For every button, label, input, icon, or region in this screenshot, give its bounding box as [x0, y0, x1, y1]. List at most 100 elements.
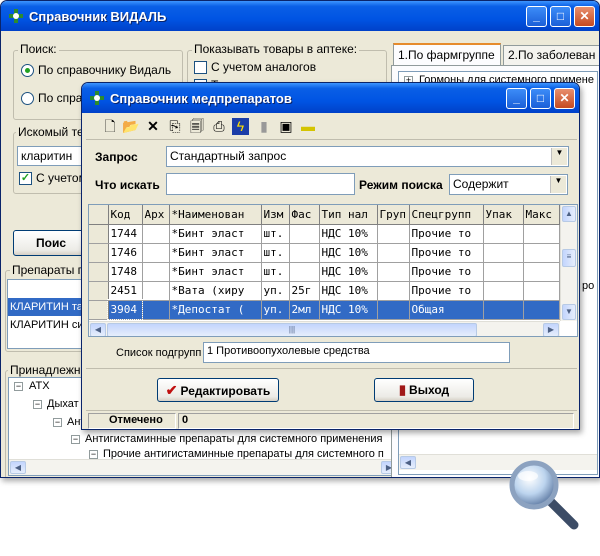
- collapse-icon[interactable]: −: [71, 435, 80, 444]
- find-input[interactable]: [166, 173, 355, 195]
- scroll-left-icon[interactable]: ◀: [400, 456, 416, 469]
- table-row[interactable]: 1748 *Бинт эласт шт. НДС 10% Прочие то: [89, 262, 560, 282]
- minimize-icon[interactable]: _: [526, 6, 547, 27]
- query-select[interactable]: Стандартный запрос ▼: [166, 146, 569, 167]
- table-cell[interactable]: 1748: [108, 262, 143, 282]
- table-cell[interactable]: [377, 281, 410, 301]
- table-cell[interactable]: [523, 224, 560, 244]
- maximize-icon[interactable]: □: [550, 6, 571, 27]
- column-header[interactable]: Тип нал: [319, 205, 378, 225]
- table-cell[interactable]: 2451: [108, 281, 143, 301]
- table-cell[interactable]: уп.: [261, 281, 290, 301]
- table-cell[interactable]: [483, 262, 524, 282]
- table-cell[interactable]: [483, 224, 524, 244]
- dialog-titlebar[interactable]: Справочник медпрепаратов _ □ ✕: [82, 83, 579, 113]
- scroll-down-icon[interactable]: ▼: [562, 304, 576, 320]
- preparations-list[interactable]: КЛАРИТИН таб КЛАРИТИН сир: [7, 279, 87, 349]
- table-cell[interactable]: Прочие то: [409, 281, 484, 301]
- edit-button[interactable]: ✔ Редактировать: [157, 378, 279, 402]
- table-cell[interactable]: НДС 10%: [319, 300, 378, 320]
- preview-icon[interactable]: 🗐: [187, 116, 207, 136]
- highlighter-icon[interactable]: ▬: [298, 116, 318, 136]
- tree-node[interactable]: АТХ: [29, 380, 50, 392]
- delete-icon[interactable]: ✕: [143, 116, 163, 136]
- table-cell[interactable]: [523, 262, 560, 282]
- table-cell[interactable]: шт.: [261, 243, 290, 263]
- chevron-down-icon[interactable]: ▼: [550, 176, 566, 193]
- table-cell[interactable]: *Бинт эласт: [169, 243, 262, 263]
- table-cell[interactable]: [289, 243, 320, 263]
- lightning-icon[interactable]: ϟ: [232, 118, 249, 135]
- table-cell[interactable]: 3904: [107, 299, 143, 320]
- tree-node[interactable]: Дыхат: [47, 398, 79, 410]
- column-header[interactable]: Изм: [261, 205, 290, 225]
- image-icon[interactable]: ▣: [276, 116, 296, 136]
- table-row[interactable]: 1744 *Бинт эласт шт. НДС 10% Прочие то: [89, 224, 560, 244]
- copy-icon[interactable]: ⎘: [165, 116, 185, 136]
- main-titlebar[interactable]: Справочник ВИДАЛЬ _ □ ✕: [1, 1, 599, 31]
- scroll-up-icon[interactable]: ▲: [562, 206, 576, 222]
- list-item[interactable]: КЛАРИТИН таб: [8, 298, 86, 316]
- table-cell[interactable]: [483, 243, 524, 263]
- tab-disease[interactable]: 2.По заболеван: [503, 45, 599, 65]
- table-cell[interactable]: [142, 262, 170, 282]
- table-cell[interactable]: НДС 10%: [319, 243, 378, 263]
- collapse-icon[interactable]: −: [14, 382, 23, 391]
- table-cell[interactable]: [142, 281, 170, 301]
- table-cell[interactable]: НДС 10%: [319, 262, 378, 282]
- scroll-thumb[interactable]: |||: [107, 323, 477, 336]
- collapse-icon[interactable]: −: [33, 400, 42, 409]
- tab-pharm-group[interactable]: 1.По фармгруппе: [393, 43, 501, 65]
- list-item[interactable]: КЛАРИТИН сир: [8, 316, 86, 334]
- table-cell[interactable]: [289, 262, 320, 282]
- table-cell[interactable]: Общая: [409, 300, 484, 320]
- minimize-icon[interactable]: _: [506, 88, 527, 109]
- close-icon[interactable]: ✕: [574, 6, 595, 27]
- column-header[interactable]: Спецгрупп: [409, 205, 484, 225]
- analogs-checkbox[interactable]: [194, 61, 207, 74]
- table-cell[interactable]: [523, 243, 560, 263]
- collapse-icon[interactable]: −: [89, 450, 98, 459]
- row-indicator[interactable]: [89, 262, 109, 282]
- row-indicator[interactable]: [89, 243, 109, 263]
- scroll-thumb[interactable]: ≡: [562, 249, 576, 267]
- close-icon[interactable]: ✕: [554, 88, 575, 109]
- open-icon[interactable]: 📂: [121, 116, 141, 136]
- search-text-checkbox[interactable]: ✓: [19, 172, 32, 185]
- new-icon[interactable]: 🗋: [100, 116, 120, 136]
- table-cell[interactable]: [142, 300, 170, 320]
- table-cell[interactable]: шт.: [261, 224, 290, 244]
- subgroup-field[interactable]: 1 Противоопухолевые средства: [203, 342, 510, 363]
- maximize-icon[interactable]: □: [530, 88, 551, 109]
- column-header[interactable]: *Наименован: [169, 205, 262, 225]
- tree-node[interactable]: ро: [582, 280, 594, 292]
- chevron-down-icon[interactable]: ▼: [551, 148, 567, 165]
- table-cell[interactable]: НДС 10%: [319, 224, 378, 244]
- table-cell[interactable]: *Депостат (: [169, 300, 262, 320]
- table-cell[interactable]: *Бинт эласт: [169, 224, 262, 244]
- table-cell[interactable]: шт.: [261, 262, 290, 282]
- table-cell[interactable]: *Вата (хиру: [169, 281, 262, 301]
- disk-icon[interactable]: ▮: [254, 116, 274, 136]
- mode-select[interactable]: Содержит ▼: [449, 174, 568, 195]
- table-cell[interactable]: [289, 224, 320, 244]
- column-header[interactable]: Фас: [289, 205, 320, 225]
- table-cell[interactable]: [377, 243, 410, 263]
- table-cell[interactable]: Прочие то: [409, 243, 484, 263]
- table-cell[interactable]: [377, 262, 410, 282]
- scroll-left-icon[interactable]: ◀: [10, 461, 26, 474]
- column-header[interactable]: Груп: [377, 205, 410, 225]
- table-cell[interactable]: 1744: [108, 224, 143, 244]
- tree-node[interactable]: Антигистаминные препараты для системного…: [85, 433, 382, 445]
- grid-hscroll[interactable]: ◀ ||| ▶: [89, 321, 560, 336]
- table-cell[interactable]: [523, 281, 560, 301]
- table-cell[interactable]: НДС 10%: [319, 281, 378, 301]
- scroll-left-icon[interactable]: ◀: [90, 323, 106, 336]
- exit-button[interactable]: ▮ Выход: [374, 378, 474, 402]
- table-row[interactable]: 3904 *Депостат (уп. 2мл НДС 10% Общая: [89, 299, 560, 320]
- search-button[interactable]: Поис: [13, 230, 89, 256]
- row-indicator[interactable]: [89, 281, 109, 301]
- table-cell[interactable]: [483, 281, 524, 301]
- grid-vscroll[interactable]: ▲ ≡ ▼: [560, 205, 577, 321]
- column-header[interactable]: Упак: [483, 205, 524, 225]
